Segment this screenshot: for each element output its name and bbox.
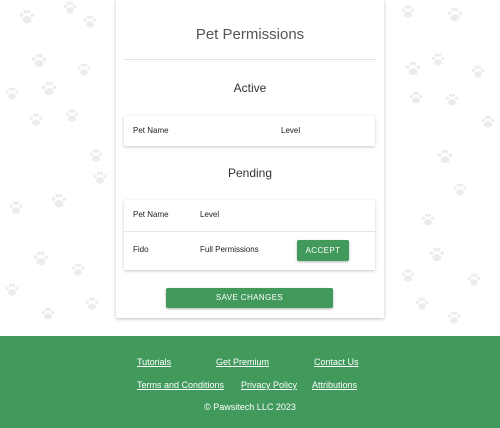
pending-column-header-pet-name: Pet Name <box>133 210 169 219</box>
paw-print-icon <box>5 283 19 296</box>
paw-print-icon <box>401 269 415 282</box>
page-title: Pet Permissions <box>195 26 305 43</box>
footer-link-tutorials[interactable]: Tutorials <box>137 357 171 367</box>
active-column-header-pet-name: Pet Name <box>133 126 169 135</box>
paw-print-icon <box>83 15 97 28</box>
pending-section-title: Pending <box>227 166 273 180</box>
paw-print-icon <box>33 251 49 266</box>
paw-print-icon <box>447 7 463 22</box>
pending-row-level: Full Permissions <box>200 245 259 254</box>
active-permissions-table: Pet Name Level <box>124 116 375 146</box>
paw-print-icon <box>51 193 67 208</box>
paw-print-icon <box>415 297 429 310</box>
paw-print-icon <box>431 53 445 66</box>
footer-link-attributions[interactable]: Attributions <box>312 380 357 390</box>
title-divider <box>124 59 376 60</box>
footer-link-contact-us[interactable]: Contact Us <box>314 357 359 367</box>
paw-print-icon <box>89 149 103 162</box>
pending-row-pet-name: Fido <box>133 245 149 254</box>
paw-print-icon <box>481 115 495 128</box>
paw-print-icon <box>29 113 43 126</box>
paw-print-icon <box>471 65 485 78</box>
paw-print-icon <box>65 109 79 122</box>
paw-print-icon <box>445 93 459 106</box>
paw-print-icon <box>9 201 23 214</box>
paw-print-icon <box>453 183 467 196</box>
paw-print-icon <box>77 63 91 76</box>
pending-permissions-table: Pet Name Level Fido Full Permissions ACC… <box>124 200 375 270</box>
paw-print-icon <box>409 91 423 104</box>
paw-print-icon <box>429 247 445 262</box>
paw-print-icon <box>5 87 19 100</box>
site-footer: Tutorials Get Premium Contact Us Terms a… <box>0 336 500 428</box>
paw-print-icon <box>421 213 435 226</box>
paw-print-icon <box>93 171 107 184</box>
footer-link-privacy-policy[interactable]: Privacy Policy <box>241 380 297 390</box>
paw-print-icon <box>63 1 77 14</box>
active-section-title: Active <box>233 81 267 95</box>
paw-print-icon <box>437 149 453 164</box>
paw-print-icon <box>467 273 481 286</box>
active-column-header-level: Level <box>281 126 301 135</box>
paw-print-icon <box>71 263 85 276</box>
pet-permissions-card: Pet Permissions Active Pet Name Level Pe… <box>116 0 384 318</box>
footer-link-terms-and-conditions[interactable]: Terms and Conditions <box>137 380 224 390</box>
save-changes-button[interactable]: SAVE CHANGES <box>166 288 333 308</box>
row-divider <box>124 231 375 232</box>
copyright-text: © Pawsitech LLC 2023 <box>204 402 296 412</box>
paw-print-icon <box>447 311 461 324</box>
paw-print-icon <box>405 61 421 76</box>
paw-print-icon <box>401 5 415 18</box>
pending-column-header-level: Level <box>200 210 220 219</box>
paw-print-icon <box>19 9 35 24</box>
paw-print-icon <box>41 81 57 96</box>
paw-print-icon <box>85 297 99 310</box>
footer-link-get-premium[interactable]: Get Premium <box>216 357 269 367</box>
paw-print-icon <box>41 307 55 320</box>
paw-print-icon <box>31 53 47 68</box>
accept-button[interactable]: ACCEPT <box>297 240 349 261</box>
